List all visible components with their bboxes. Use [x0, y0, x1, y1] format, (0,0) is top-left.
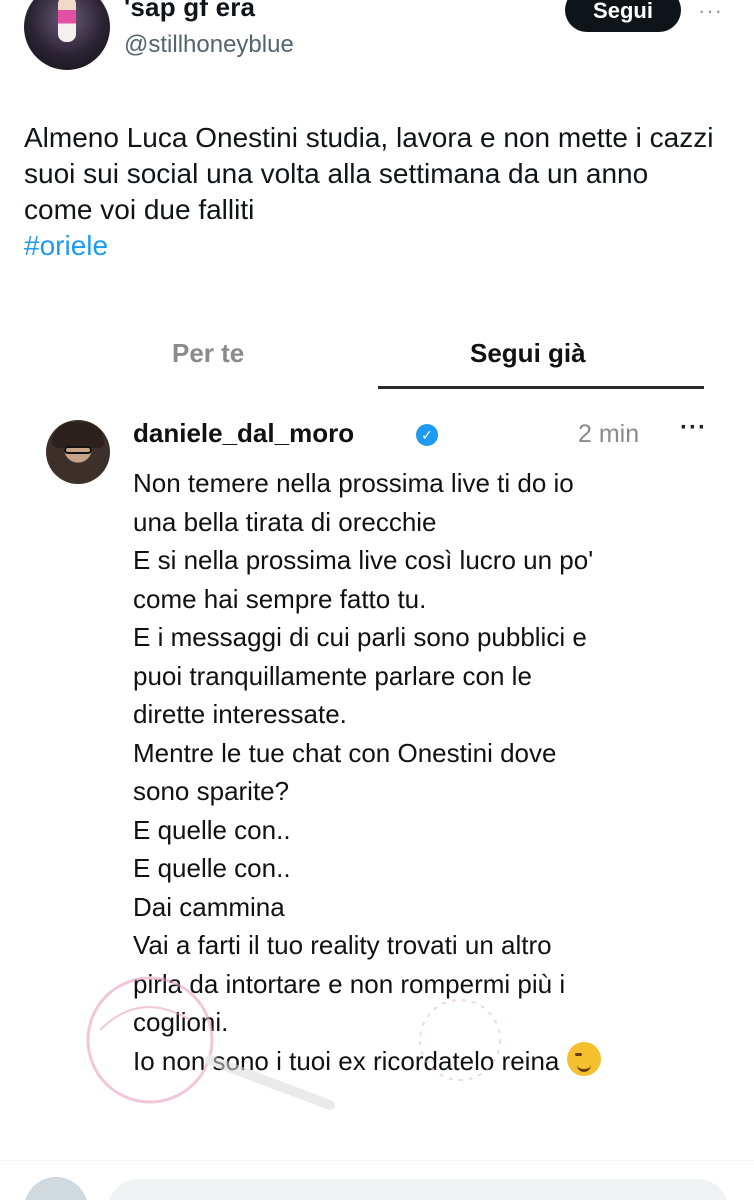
post-line-text: Io non sono i tuoi ex ricordatelo reina: [133, 1045, 560, 1076]
post-timestamp: 2 min: [578, 420, 640, 448]
author-display-name[interactable]: 'sap gf era: [124, 0, 255, 23]
post-username: daniele_dal_moro: [133, 418, 355, 448]
tab-following: Segui già: [470, 338, 586, 368]
post-line: Vai a farti il tuo reality trovati un al…: [133, 930, 552, 960]
tweet-header: 'sap gf era @stillhoneyblue Segui ···: [0, 0, 754, 80]
tab-for-you: Per te: [172, 338, 245, 368]
post-line: coglioni.: [133, 1007, 229, 1037]
post-line: E si nella prossima live così lucro un p…: [133, 545, 594, 575]
author-handle[interactable]: @stillhoneyblue: [124, 31, 294, 59]
follow-button[interactable]: Segui: [565, 0, 681, 32]
post-line-last: Io non sono i tuoi ex ricordatelo reina: [133, 1041, 733, 1081]
post-line: puoi tranquillamente parlare con le: [133, 660, 532, 691]
reply-input[interactable]: [108, 1179, 728, 1200]
tweet-body: Almeno Luca Onestini studia, lavora e no…: [24, 122, 714, 225]
post-avatar: [46, 420, 110, 484]
more-options-icon[interactable]: ···: [698, 0, 723, 24]
tweet-text: Almeno Luca Onestini studia, lavora e no…: [24, 120, 724, 264]
post-line: dirette interessate.: [133, 699, 347, 729]
embedded-screenshot[interactable]: Per te Segui già daniele_dal_moro ✓ 2 mi…: [0, 318, 754, 1160]
post-line: Dai cammina: [133, 891, 285, 922]
reply-bar: [0, 1160, 754, 1200]
post-line: E quelle con..: [133, 814, 291, 845]
post-body: Non temere nella prossima live ti do io …: [133, 464, 733, 1080]
hashtag-link[interactable]: #oriele: [24, 228, 724, 264]
post-line: E i messaggi di cui parli sono pubblici …: [133, 622, 587, 652]
user-avatar: [24, 1177, 88, 1200]
feed-tabs: Per te Segui già: [0, 318, 754, 390]
active-tab-indicator: [378, 386, 704, 389]
post-line: come hai sempre fatto tu.: [133, 583, 427, 614]
post-line: E quelle con..: [133, 853, 291, 883]
post-more-icon: ···: [680, 414, 707, 441]
post-line: sono sparite?: [133, 776, 290, 806]
winking-face-icon: [567, 1041, 602, 1076]
post-line: Mentre le tue chat con Onestini dove: [133, 737, 557, 768]
post-line: Non temere nella prossima live ti do io: [133, 468, 574, 498]
verified-badge-icon: ✓: [416, 424, 438, 446]
post-line: pirla da intortare e non rompermi più i: [133, 968, 566, 999]
author-avatar[interactable]: [24, 0, 110, 70]
post-line: una bella tirata di orecchie: [133, 506, 437, 537]
